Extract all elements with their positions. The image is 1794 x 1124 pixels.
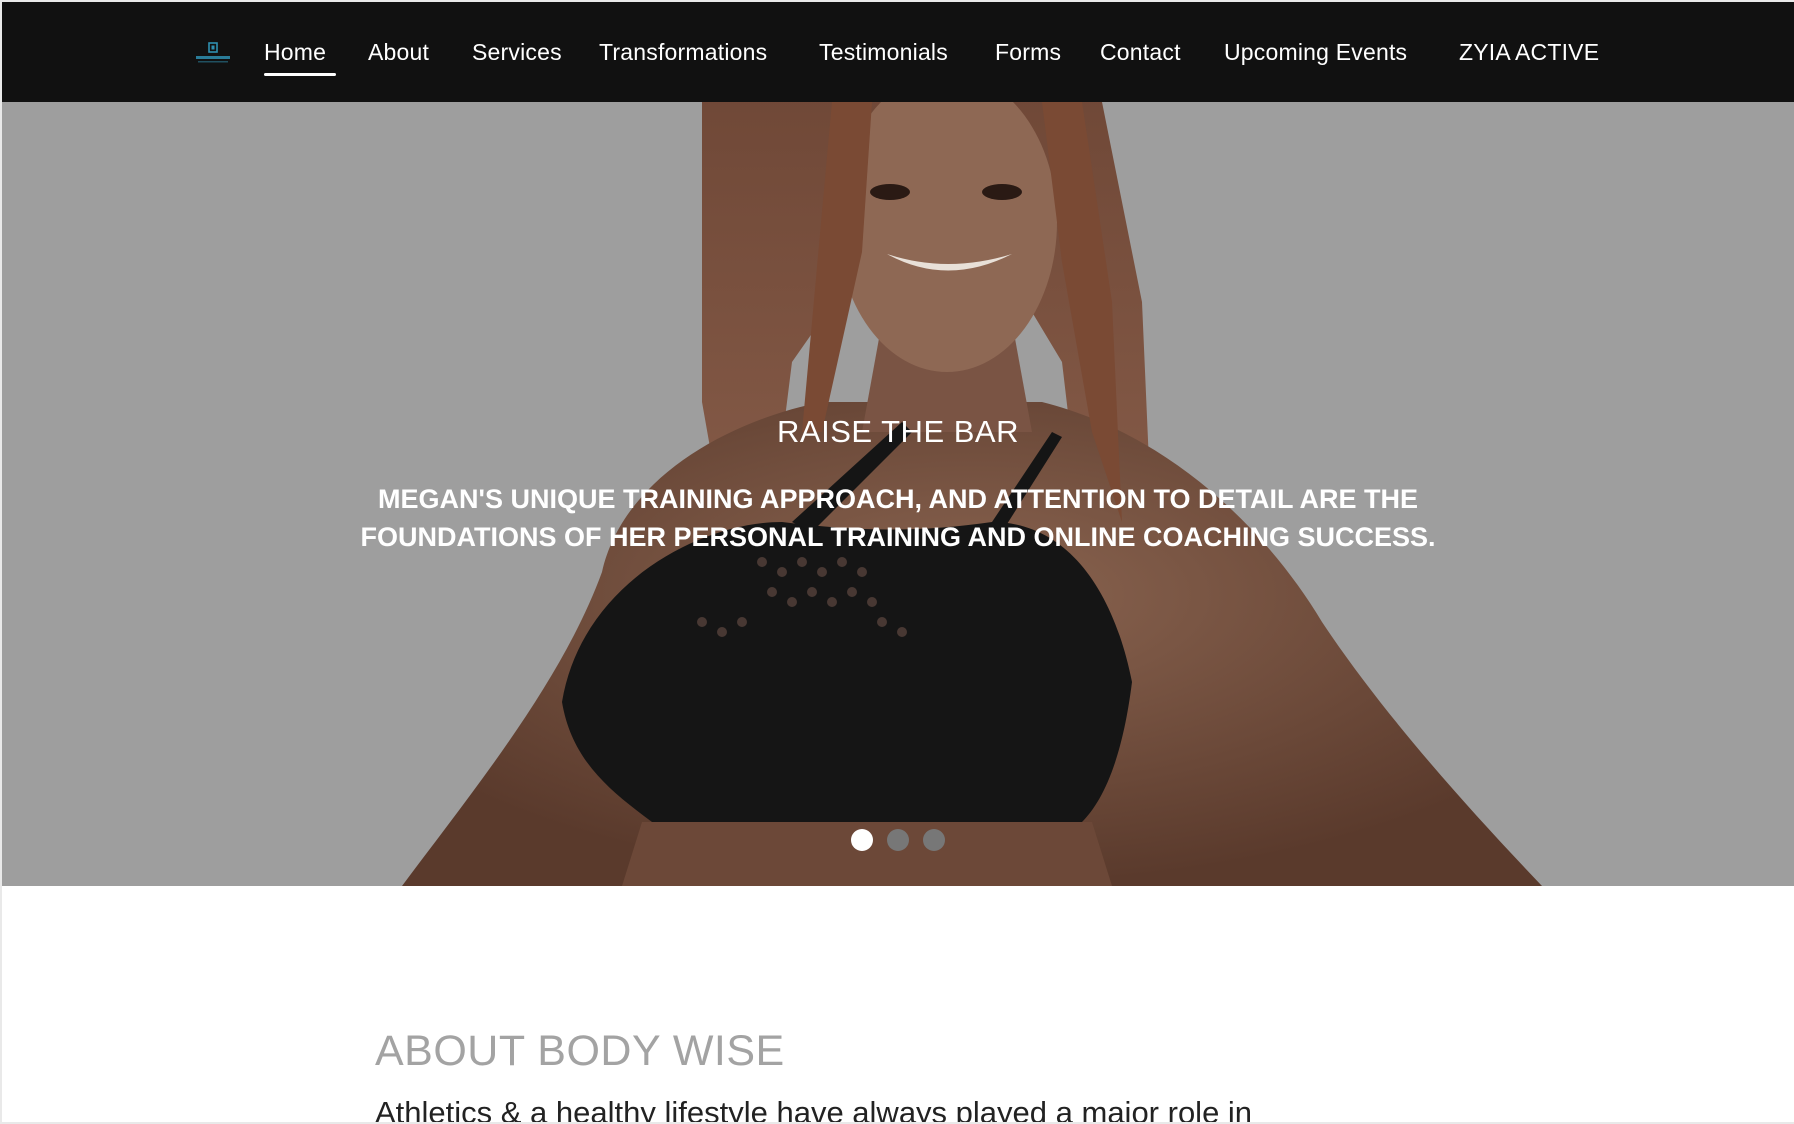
page: Home About Services Transformations Test… [2,2,1794,1122]
slider-dot-3[interactable] [923,829,945,851]
nav-transformations[interactable]: Transformations [599,37,767,67]
nav-contact[interactable]: Contact [1100,37,1181,67]
body-wise-logo[interactable] [194,42,232,64]
nav-upcoming-events[interactable]: Upcoming Events [1224,37,1407,67]
slider-dot-1[interactable] [851,829,873,851]
nav-testimonials[interactable]: Testimonials [819,37,948,67]
slider-dot-2[interactable] [887,829,909,851]
top-navbar: Home About Services Transformations Test… [2,2,1794,102]
hero-subtitle-line-2: FOUNDATIONS OF HER PERSONAL TRAINING AND… [360,522,1436,552]
nav-active-indicator [264,73,336,76]
nav-forms[interactable]: Forms [995,37,1061,67]
about-section-title: ABOUT BODY WISE [375,1027,785,1075]
hero-subtitle-line-1: MEGAN'S UNIQUE TRAINING APPROACH, AND AT… [378,484,1418,514]
nav-zyia-active[interactable]: ZYIA ACTIVE [1459,37,1599,67]
nav-about[interactable]: About [368,37,429,67]
hero-slider: RAISE THE BAR MEGAN'S UNIQUE TRAINING AP… [2,102,1794,886]
hero-title: RAISE THE BAR [777,414,1019,449]
nav-services[interactable]: Services [472,37,562,67]
hero-subtitle: MEGAN'S UNIQUE TRAINING APPROACH, AND AT… [302,480,1494,556]
nav-home[interactable]: Home [264,37,326,67]
about-section-intro: Athletics & a healthy lifestyle have alw… [375,1095,1253,1122]
